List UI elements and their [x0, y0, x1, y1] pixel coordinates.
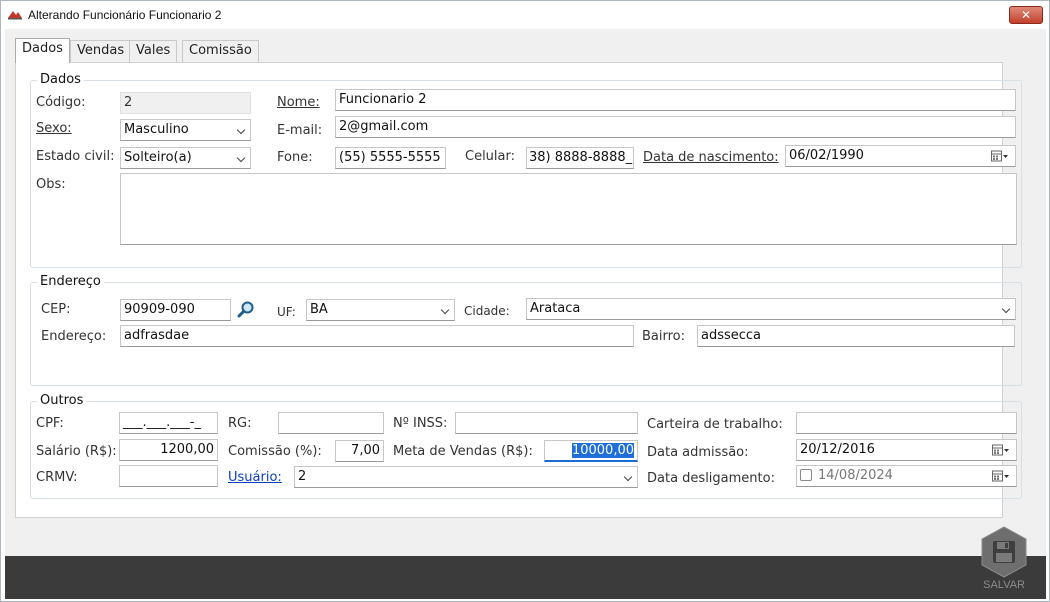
celular-field[interactable]: 38) 8888-8888_	[526, 147, 634, 169]
meta-vendas-value: 10000,00	[571, 443, 634, 458]
codigo-label: Código:	[36, 95, 86, 110]
usuario-link[interactable]: Usuário:	[228, 470, 282, 485]
meta-label: Meta de Vendas (R$):	[393, 444, 533, 459]
cpf-label: CPF:	[36, 416, 64, 431]
email-label: E-mail:	[277, 123, 323, 138]
email-field[interactable]: 2@gmail.com	[335, 116, 1016, 138]
client-area: Dados Vendas Vales Comissão Dados Código…	[5, 29, 1046, 599]
save-label: SALVAR	[983, 579, 1025, 591]
usuario-value: 2	[298, 469, 307, 484]
desligamento-checkbox[interactable]	[800, 469, 812, 481]
desligamento-label: Data desligamento:	[647, 471, 775, 486]
group-endereco-title: Endereço	[37, 274, 104, 289]
nascimento-value: 06/02/1990	[789, 148, 864, 163]
carteira-label: Carteira de trabalho:	[647, 417, 783, 432]
tab-dados[interactable]: Dados	[15, 38, 70, 63]
cidade-label: Cidade:	[464, 304, 510, 318]
cidade-value: Arataca	[530, 301, 581, 316]
tab-vendas[interactable]: Vendas	[70, 40, 132, 62]
save-button[interactable]: SALVAR	[977, 525, 1031, 595]
sexo-label: Sexo:	[36, 121, 72, 136]
estado-civil-select[interactable]: Solteiro(a)	[120, 147, 251, 169]
inss-field[interactable]	[455, 412, 638, 434]
tab-vales[interactable]: Vales	[129, 40, 178, 62]
celular-label: Celular:	[465, 149, 516, 164]
uf-select[interactable]: BA	[306, 299, 455, 321]
app-window: Alterando Funcionário Funcionario 2 ✕ Da…	[0, 0, 1050, 602]
tab-page-dados: Dados Código: 2 Nome: Funcionario 2 Sexo…	[15, 62, 1022, 518]
close-button[interactable]: ✕	[1009, 6, 1043, 24]
inss-label: Nº INSS:	[393, 416, 448, 431]
estado-civil-value: Solteiro(a)	[124, 150, 192, 165]
search-cep-icon[interactable]	[237, 300, 255, 318]
group-outros-title: Outros	[37, 393, 87, 408]
endereco-label: Endereço:	[41, 329, 107, 344]
tab-comissao[interactable]: Comissão	[182, 40, 259, 62]
calendar-dropdown-icon[interactable]	[992, 470, 1010, 482]
group-dados-title: Dados	[37, 72, 84, 87]
estado-civil-label: Estado civil:	[36, 149, 115, 164]
comissao-label: Comissão (%):	[228, 444, 322, 459]
cpf-field[interactable]: ___.___.___-_	[119, 412, 218, 434]
uf-label: UF:	[277, 305, 296, 319]
carteira-field[interactable]	[796, 412, 1017, 434]
crmv-label: CRMV:	[36, 470, 78, 485]
cep-label: CEP:	[41, 302, 71, 317]
cidade-select[interactable]: Arataca	[526, 298, 1016, 320]
comissao-field[interactable]: 7,00	[335, 440, 384, 462]
codigo-field[interactable]: 2	[120, 92, 251, 114]
admissao-datepicker[interactable]: 20/12/2016	[796, 439, 1017, 461]
admissao-value: 20/12/2016	[800, 442, 875, 457]
title-bar: Alterando Funcionário Funcionario 2 ✕	[1, 1, 1049, 29]
endereco-field[interactable]: adfrasdae	[120, 325, 634, 347]
app-logo-icon	[8, 11, 22, 20]
obs-label: Obs:	[36, 177, 66, 192]
obs-textarea[interactable]	[120, 173, 1017, 245]
nome-label: Nome:	[277, 95, 320, 110]
calendar-dropdown-icon[interactable]	[992, 444, 1010, 456]
nascimento-label: Data de nascimento:	[643, 150, 779, 165]
crmv-field[interactable]	[119, 465, 218, 487]
sexo-value: Masculino	[124, 122, 189, 137]
bairro-field[interactable]: adssecca	[697, 325, 1015, 347]
meta-vendas-field[interactable]: 10000,00	[544, 440, 638, 462]
fone-field[interactable]: (55) 5555-5555	[335, 147, 446, 169]
footer-bar	[5, 556, 1046, 599]
desligamento-value: 14/08/2024	[818, 468, 893, 483]
cep-field[interactable]: 90909-090	[120, 299, 231, 321]
salario-field[interactable]: 1200,00	[119, 439, 218, 461]
admissao-label: Data admissão:	[647, 445, 749, 460]
usuario-select[interactable]: 2	[294, 466, 638, 488]
salario-label: Salário (R$):	[36, 444, 117, 459]
window-title: Alterando Funcionário Funcionario 2	[28, 8, 222, 22]
rg-field[interactable]	[278, 412, 384, 434]
sexo-select[interactable]: Masculino	[120, 119, 251, 141]
desligamento-datepicker[interactable]: 14/08/2024	[796, 465, 1017, 487]
close-icon: ✕	[1020, 8, 1032, 22]
save-icon	[981, 526, 1027, 578]
uf-value: BA	[310, 302, 328, 317]
rg-label: RG:	[228, 416, 252, 431]
calendar-dropdown-icon[interactable]	[991, 150, 1009, 162]
fone-label: Fone:	[277, 150, 313, 165]
nascimento-datepicker[interactable]: 06/02/1990	[785, 145, 1016, 167]
nome-field[interactable]: Funcionario 2	[335, 89, 1016, 111]
bairro-label: Bairro:	[642, 329, 686, 344]
